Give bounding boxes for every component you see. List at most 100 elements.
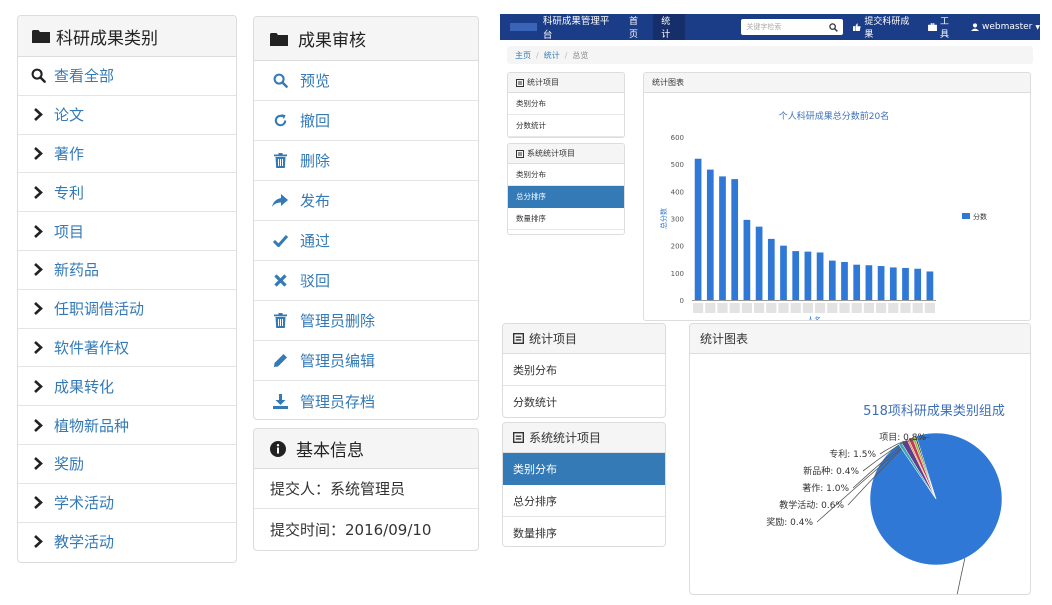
review-item-label: 删除 <box>300 152 331 170</box>
bar[interactable] <box>877 266 885 300</box>
nav-stats[interactable]: 统计 <box>653 14 686 40</box>
category-panel: 科研成果类别 查看全部 论文 著作 专利 项目 新药品 任职调借活动 软件著作权 成果转化 植物新… <box>17 15 237 563</box>
bar[interactable] <box>780 245 787 300</box>
trash-icon <box>270 313 290 328</box>
x-tick-label-blurred <box>705 303 716 313</box>
bar-chart-panel: 统计图表 个人科研成果总分数前20名 0 100 200 300 400 500 600 总分数… <box>643 72 1031 321</box>
bar[interactable] <box>841 261 848 300</box>
review-item[interactable]: 预览 <box>254 61 478 101</box>
bar[interactable] <box>816 252 824 300</box>
mini-sys-item[interactable]: 数量排序 <box>508 208 624 230</box>
stats-item[interactable]: 分数统计 <box>503 386 665 417</box>
category-item[interactable]: 新药品 <box>18 251 236 290</box>
bar[interactable] <box>694 158 702 300</box>
review-item[interactable]: 通过 <box>254 221 478 261</box>
stats-item[interactable]: 类别分布 <box>503 354 665 386</box>
category-item[interactable]: 奖励 <box>18 445 236 484</box>
bar[interactable] <box>755 226 763 300</box>
x-tick-label-blurred <box>815 303 826 313</box>
thumbs-up-icon <box>853 23 861 31</box>
bar[interactable] <box>914 268 922 300</box>
sys-stats-item[interactable]: 数量排序 <box>503 517 665 546</box>
breadcrumb-home[interactable]: 主页 <box>515 50 531 61</box>
review-item[interactable]: 发布 <box>254 181 478 221</box>
category-item[interactable]: 论文 <box>18 96 236 135</box>
mini-sys-item[interactable]: 类别分布 <box>508 164 624 186</box>
bar[interactable] <box>706 169 714 300</box>
bar[interactable] <box>719 176 726 300</box>
mini-stats-panel: 统计项目 类别分布 分数统计 <box>507 72 625 138</box>
refresh-icon <box>270 113 290 128</box>
review-item[interactable]: 删除 <box>254 141 478 181</box>
x-tick-label-blurred <box>912 303 923 313</box>
mini-sys-header: 系统统计项目 <box>508 144 624 164</box>
info-panel-header: 基本信息 <box>254 429 478 469</box>
brand[interactable]: 科研成果管理平台 <box>500 14 611 41</box>
x-tick-label-blurred <box>717 303 728 313</box>
mini-stats-item[interactable]: 类别分布 <box>508 93 624 115</box>
review-item[interactable]: 驳回 <box>254 261 478 301</box>
mini-stats-item[interactable]: 分数统计 <box>508 115 624 137</box>
review-item[interactable]: 撤回 <box>254 101 478 141</box>
category-item-label: 新药品 <box>54 261 100 280</box>
review-item-label: 管理员删除 <box>300 312 376 330</box>
review-item[interactable]: 管理员编辑 <box>254 341 478 381</box>
tools-link[interactable]: 工具 <box>912 14 955 40</box>
x-tick-label-blurred <box>693 303 704 313</box>
folder-icon <box>270 32 288 46</box>
x-tick-label-blurred <box>802 303 813 313</box>
x-tick-label-blurred <box>754 303 765 313</box>
category-item[interactable]: 著作 <box>18 135 236 174</box>
nav-home[interactable]: 首页 <box>621 14 653 40</box>
sys-stats-item[interactable]: 总分排序 <box>503 485 665 517</box>
legend-label[interactable]: 分数 <box>973 212 987 221</box>
bar[interactable] <box>792 251 800 300</box>
bar[interactable] <box>865 265 873 300</box>
category-item[interactable]: 学术活动 <box>18 484 236 523</box>
search-icon[interactable] <box>829 22 839 32</box>
category-item[interactable]: 查看全部 <box>18 57 236 96</box>
sys-stats-panel: 系统统计项目 类别分布 总分排序 数量排序 <box>502 422 666 547</box>
bar[interactable] <box>902 267 909 300</box>
bar[interactable] <box>743 219 751 300</box>
sys-stats-panel-header: 系统统计项目 <box>503 423 665 453</box>
bar[interactable] <box>926 271 934 300</box>
x-tick-label-blurred <box>827 303 838 313</box>
pie-slice-label: 专利: 1.5% <box>829 448 876 460</box>
submit-time-text: 提交时间：2016/09/10 <box>270 520 432 539</box>
category-item[interactable]: 植物新品种 <box>18 406 236 445</box>
mini-sys-item[interactable]: 总分排序 <box>508 186 624 208</box>
chevron-right-icon <box>28 108 48 122</box>
mini-sys-panel: 系统统计项目 类别分布 总分排序 数量排序 <box>507 143 625 235</box>
bar-chart-panel-header: 统计图表 <box>644 73 1030 93</box>
category-item[interactable]: 软件著作权 <box>18 329 236 368</box>
review-item[interactable]: 管理员删除 <box>254 301 478 341</box>
bar[interactable] <box>828 260 836 300</box>
category-item[interactable]: 项目 <box>18 212 236 251</box>
bar[interactable] <box>889 267 897 300</box>
bar[interactable] <box>731 179 739 300</box>
category-item[interactable]: 专利 <box>18 173 236 213</box>
category-item[interactable]: 成果转化 <box>18 367 236 407</box>
category-item-label: 成果转化 <box>54 377 115 396</box>
x-tick-label-blurred <box>863 303 874 313</box>
category-item-label: 项目 <box>54 222 85 241</box>
chevron-right-icon <box>28 457 48 471</box>
mini-stats-header: 统计项目 <box>508 73 624 93</box>
stats-panel: 统计项目 类别分布 分数统计 <box>502 323 666 418</box>
tools-label: 工具 <box>939 17 949 40</box>
bar[interactable] <box>804 251 812 300</box>
review-item-label: 发布 <box>300 192 331 210</box>
category-item[interactable]: 教学活动 <box>18 523 236 562</box>
submit-time-row: 提交时间：2016/09/10 <box>254 509 478 549</box>
category-item[interactable]: 任职调借活动 <box>18 290 236 329</box>
submit-result-link[interactable]: 提交科研成果 <box>843 14 912 40</box>
bar[interactable] <box>767 238 775 300</box>
user-menu[interactable]: webmaster ▼ <box>955 22 1040 32</box>
review-item[interactable]: 管理员存档 <box>254 381 478 419</box>
bar[interactable] <box>853 264 861 300</box>
app-screenshot: 科研成果管理平台 首页 统计 关键字检索 提交科研成果 工具 webmaster… <box>500 14 1040 321</box>
breadcrumb-stats[interactable]: 统计 <box>544 50 560 61</box>
sys-stats-item[interactable]: 类别分布 <box>503 453 665 485</box>
search-input[interactable]: 关键字检索 <box>741 19 844 35</box>
